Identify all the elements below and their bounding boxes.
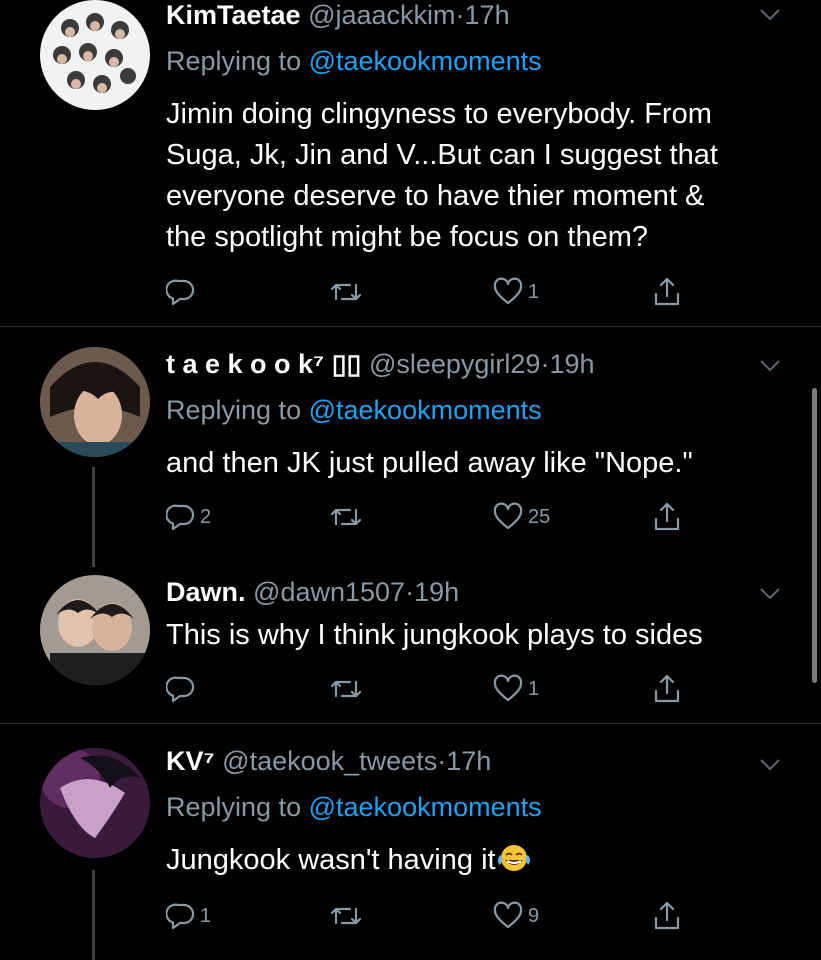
thread-line <box>92 870 95 960</box>
timestamp[interactable]: 17h <box>465 0 510 30</box>
scrollbar[interactable] <box>812 388 817 683</box>
share-button[interactable] <box>652 497 682 537</box>
tweet-4[interactable]: KV⁷ @taekook_tweets·17h Replying to @tae… <box>0 724 821 960</box>
tweet-text-line: Suga, Jk, Jin and V...But can I suggest … <box>166 139 718 171</box>
tweet-2[interactable]: t a e k o o k⁷ ▯▯ @sleepygirl29·19h Repl… <box>0 327 821 567</box>
replying-to: Replying to @taekookmoments <box>166 44 542 78</box>
like-icon <box>493 901 523 929</box>
share-button[interactable] <box>652 896 682 936</box>
like-count: 9 <box>528 904 540 927</box>
like-button[interactable]: 1 <box>492 272 539 312</box>
timestamp[interactable]: 17h <box>446 746 491 776</box>
tweet-text: This is why I think jungkook plays to si… <box>166 615 703 656</box>
tweet-text: Jungkook wasn't having it <box>166 840 532 881</box>
reply-button[interactable] <box>166 272 200 312</box>
replying-to-label: Replying to <box>166 395 302 425</box>
chevron-down-icon[interactable] <box>759 758 781 772</box>
replying-to: Replying to @taekookmoments <box>166 393 542 427</box>
like-button[interactable]: 25 <box>492 497 550 537</box>
tweet-header: t a e k o o k⁷ ▯▯ @sleepygirl29·19h <box>166 347 595 381</box>
reply-icon <box>166 504 195 531</box>
face-with-tears-of-joy-icon <box>497 845 530 871</box>
chevron-down-icon[interactable] <box>759 8 781 22</box>
reply-count: 1 <box>200 904 212 927</box>
reply-icon <box>166 279 195 306</box>
display-name[interactable]: KV⁷ <box>166 746 215 776</box>
replying-to-label: Replying to <box>166 792 302 822</box>
like-count: 25 <box>528 505 551 528</box>
retweet-button[interactable] <box>328 896 368 936</box>
like-button[interactable]: 1 <box>492 669 539 709</box>
like-button[interactable]: 9 <box>492 896 539 936</box>
tweet-text-line: the spotlight might be focus on them? <box>166 221 649 253</box>
user-handle[interactable]: @sleepygirl29 <box>369 349 541 379</box>
like-count: 1 <box>528 280 540 303</box>
tweet-3[interactable]: Dawn. @dawn1507·19h This is why I think … <box>0 567 821 723</box>
reply-button[interactable]: 2 <box>166 497 211 537</box>
retweet-icon <box>330 283 362 301</box>
separator-dot: · <box>405 577 415 607</box>
chevron-down-icon[interactable] <box>759 587 781 601</box>
reply-icon <box>166 676 195 703</box>
like-count: 1 <box>528 677 540 700</box>
user-handle[interactable]: @jaaackkim <box>308 0 455 30</box>
share-icon <box>654 277 680 306</box>
tweet-actions: 1 <box>166 272 706 312</box>
avatar[interactable] <box>40 748 150 858</box>
mention-link[interactable]: @taekookmoments <box>309 395 542 425</box>
retweet-icon <box>330 907 362 925</box>
reply-icon <box>166 903 195 930</box>
tweet-text-line: and then JK just pulled away like "Nope.… <box>166 447 693 479</box>
avatar[interactable] <box>40 575 150 685</box>
timestamp[interactable]: 19h <box>414 577 459 607</box>
share-icon <box>654 901 680 930</box>
mention-link[interactable]: @taekookmoments <box>309 46 542 76</box>
like-icon <box>493 674 523 702</box>
display-name[interactable]: KimTaetae <box>166 0 301 30</box>
share-button[interactable] <box>652 669 682 709</box>
separator-dot: · <box>455 0 465 30</box>
reply-count: 2 <box>200 505 212 528</box>
reply-button[interactable]: 1 <box>166 896 211 936</box>
thread-line <box>92 467 95 567</box>
avatar[interactable] <box>40 347 150 457</box>
retweet-icon <box>330 680 362 698</box>
like-icon <box>493 502 523 530</box>
replying-to: Replying to @taekookmoments <box>166 790 542 824</box>
tweet-header: KV⁷ @taekook_tweets·17h <box>166 744 491 778</box>
tweet-text-line: This is why I think jungkook plays to si… <box>166 619 703 651</box>
tweet-text-line: Jimin doing clingyness to everybody. Fro… <box>166 98 712 130</box>
tweet-text-line: everyone deserve to have thier moment & <box>166 180 705 212</box>
tweet-text: Jimin doing clingyness to everybody. Fro… <box>166 94 718 258</box>
avatar[interactable] <box>40 0 150 110</box>
timestamp[interactable]: 19h <box>549 349 594 379</box>
tweet-actions: 2 25 <box>166 497 706 537</box>
tweet-header: Dawn. @dawn1507·19h <box>166 575 459 609</box>
chevron-down-icon[interactable] <box>759 359 781 373</box>
share-button[interactable] <box>652 272 682 312</box>
share-icon <box>654 502 680 531</box>
user-handle[interactable]: @taekook_tweets <box>222 746 437 776</box>
tweet-actions: 1 9 <box>166 896 706 936</box>
retweet-icon <box>330 508 362 526</box>
display-name[interactable]: t a e k o o k⁷ ▯▯ <box>166 349 361 379</box>
share-icon <box>654 674 680 703</box>
tweet-text: and then JK just pulled away like "Nope.… <box>166 443 693 484</box>
separator-dot: · <box>437 746 447 776</box>
display-name[interactable]: Dawn. <box>166 577 246 607</box>
retweet-button[interactable] <box>328 669 368 709</box>
mention-link[interactable]: @taekookmoments <box>309 792 542 822</box>
tweet-text-line: Jungkook wasn't having it <box>166 844 496 876</box>
tweet-actions: 1 <box>166 669 706 709</box>
retweet-button[interactable] <box>328 272 368 312</box>
user-handle[interactable]: @dawn1507 <box>253 577 405 607</box>
like-icon <box>493 277 523 305</box>
tweet-header: KimTaetae @jaaackkim·17h <box>166 0 510 32</box>
replying-to-label: Replying to <box>166 46 302 76</box>
reply-button[interactable] <box>166 669 200 709</box>
tweet-1[interactable]: KimTaetae @jaaackkim·17h Replying to @ta… <box>0 0 821 326</box>
retweet-button[interactable] <box>328 497 368 537</box>
